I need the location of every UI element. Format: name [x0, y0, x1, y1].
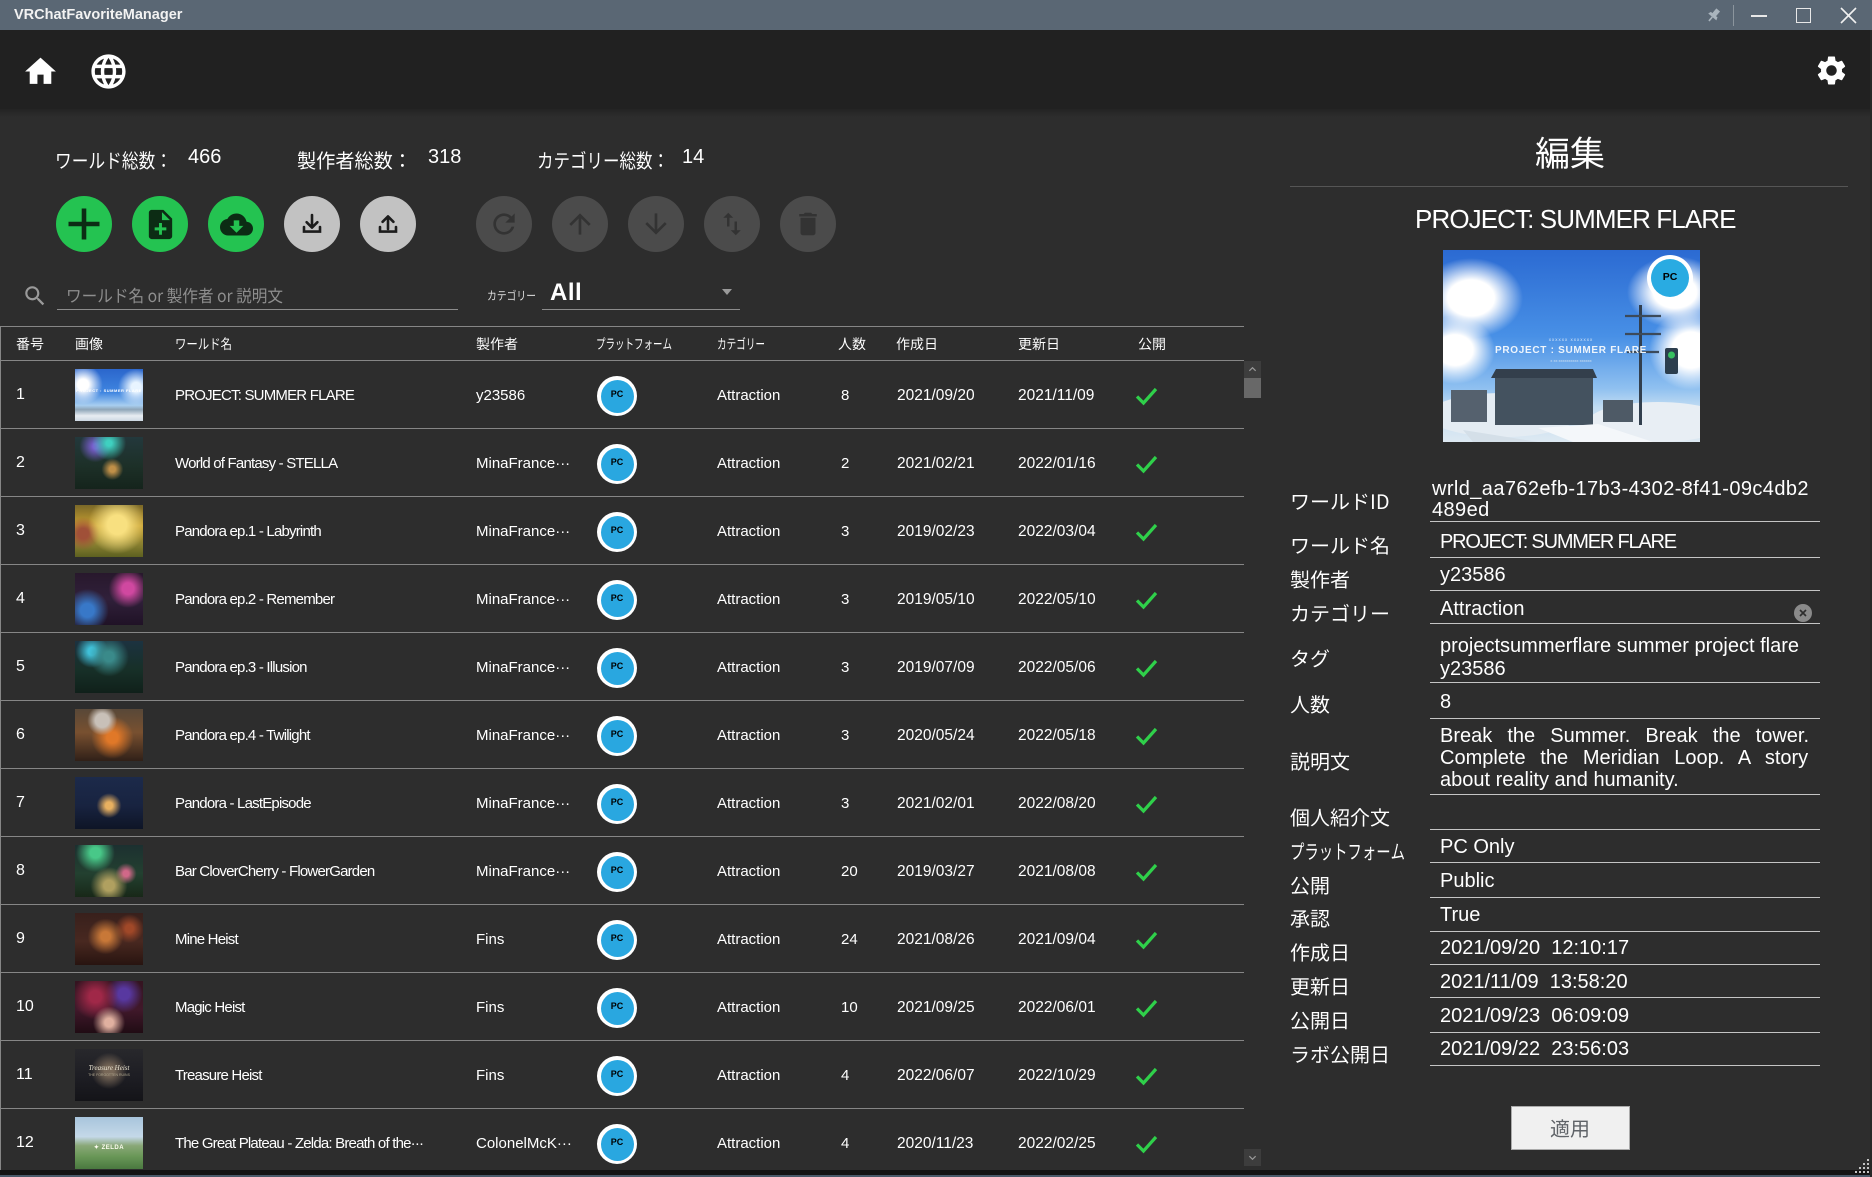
- svg-text:PROJECT : SUMMER FLARE: PROJECT : SUMMER FLARE: [1495, 345, 1647, 356]
- svg-text:xxxxxx xxxxxxx: xxxxxx xxxxxxx: [1549, 337, 1594, 342]
- svg-text:x xx xxxxxxxxxx xxxxxx: x xx xxxxxxxxxx xxxxxx: [1550, 358, 1591, 363]
